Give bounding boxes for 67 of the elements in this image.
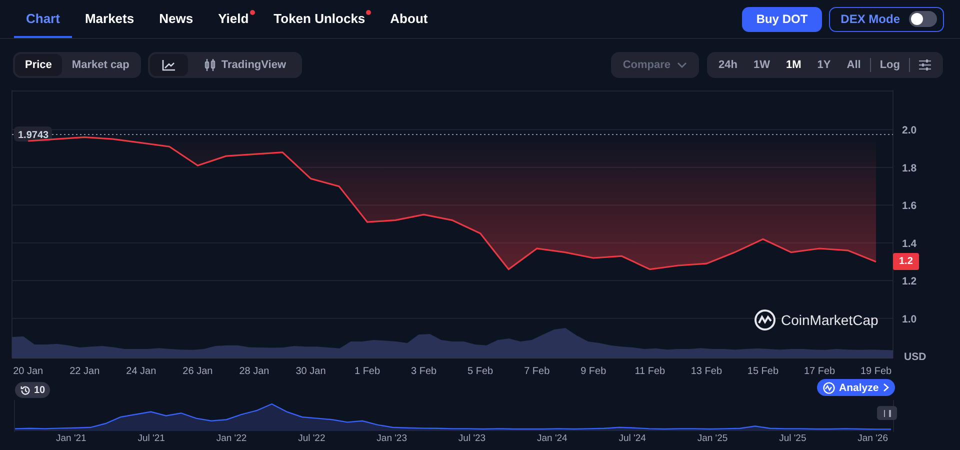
history-button[interactable]: 10	[15, 382, 50, 398]
timeline-label: Jan '21	[56, 433, 86, 444]
range-tab[interactable]: 1M	[778, 54, 810, 76]
logo-icon	[754, 309, 776, 331]
toggle-switch[interactable]	[909, 11, 937, 27]
x-axis-label: 26 Jan	[182, 366, 213, 377]
timeline-label: Jan '23	[376, 433, 407, 444]
range-tab[interactable]: 1W	[746, 54, 778, 76]
x-axis-label: 22 Jan	[70, 366, 100, 377]
analyze-button[interactable]: Analyze	[817, 379, 895, 396]
chevron-right-icon	[882, 383, 889, 392]
candlestick-icon	[204, 59, 216, 71]
timeline-label: Jan '26	[858, 433, 888, 444]
y-axis-label: 1.6	[902, 200, 917, 212]
y-axis-label: 1.0	[902, 313, 917, 326]
x-axis-label: 17 Feb	[804, 366, 836, 377]
metric-tab[interactable]: Price	[15, 54, 62, 76]
timeline-label: Jan '24	[536, 433, 568, 444]
nav-tab[interactable]: Yield	[206, 0, 261, 38]
dex-mode-toggle[interactable]: DEX Mode	[828, 6, 944, 32]
x-axis-label: 9 Feb	[580, 366, 606, 377]
timeline-label: Jul '24	[618, 433, 646, 444]
metric-tab[interactable]: Market cap	[62, 54, 140, 76]
y-axis-label: 2.0	[902, 124, 917, 137]
currency-label: USD	[904, 351, 926, 363]
x-axis-label: 28 Jan	[239, 366, 270, 377]
nav-tab[interactable]: Chart	[14, 0, 72, 38]
timeline-label: Jul '25	[779, 433, 806, 444]
x-axis-label: 7 Feb	[524, 366, 550, 377]
range-tab[interactable]: All	[838, 54, 869, 76]
timeline-label: Jan '22	[216, 433, 247, 444]
timeline-label: Jul '21	[138, 433, 165, 444]
range-handle[interactable]	[877, 406, 897, 420]
nav-tab[interactable]: News	[147, 0, 206, 38]
y-axis-label: 1.4	[902, 238, 917, 250]
current-price-tag: 1.2	[893, 252, 919, 270]
chevron-down-icon	[676, 62, 687, 68]
nav-tab[interactable]: Markets	[72, 0, 146, 38]
reference-price-tag: 1.9743	[14, 126, 52, 142]
buy-button[interactable]: Buy DOT	[742, 6, 822, 32]
sliders-icon	[919, 59, 931, 71]
timeline-label: Jan '25	[697, 433, 728, 444]
x-axis-label: 11 Feb	[634, 366, 666, 377]
y-axis-label: 1.8	[902, 162, 917, 174]
x-axis-label: 1 Feb	[354, 366, 380, 377]
history-icon	[20, 384, 31, 396]
line-chart-icon	[162, 59, 176, 71]
pulse-icon	[823, 382, 835, 394]
x-axis-label: 3 Feb	[411, 366, 437, 377]
line-chart-tab[interactable]	[150, 54, 188, 76]
x-axis-label: 24 Jan	[126, 366, 156, 377]
ref-line-label: 1.9743	[18, 130, 50, 141]
x-axis-label: 30 Jan	[296, 366, 326, 377]
y-axis-label: 1.2	[902, 276, 917, 288]
x-axis-label: 20 Jan	[13, 366, 44, 377]
x-axis-label: 15 Feb	[747, 366, 779, 377]
nav-tab[interactable]: Token Unlocks	[262, 0, 378, 38]
x-axis-label: 5 Feb	[468, 366, 494, 377]
timeline-label: Jul '23	[458, 433, 486, 444]
timeline-label: Jul '22	[298, 433, 326, 444]
x-axis-label: 19 Feb	[860, 366, 892, 377]
x-axis-label: 13 Feb	[690, 366, 722, 377]
log-toggle[interactable]: Log	[872, 54, 908, 76]
watermark-text: CoinMarketCap	[781, 312, 878, 328]
range-tab[interactable]: 1Y	[809, 54, 839, 76]
range-tab[interactable]: 24h	[710, 54, 746, 76]
nav-tab[interactable]: About	[378, 0, 440, 38]
